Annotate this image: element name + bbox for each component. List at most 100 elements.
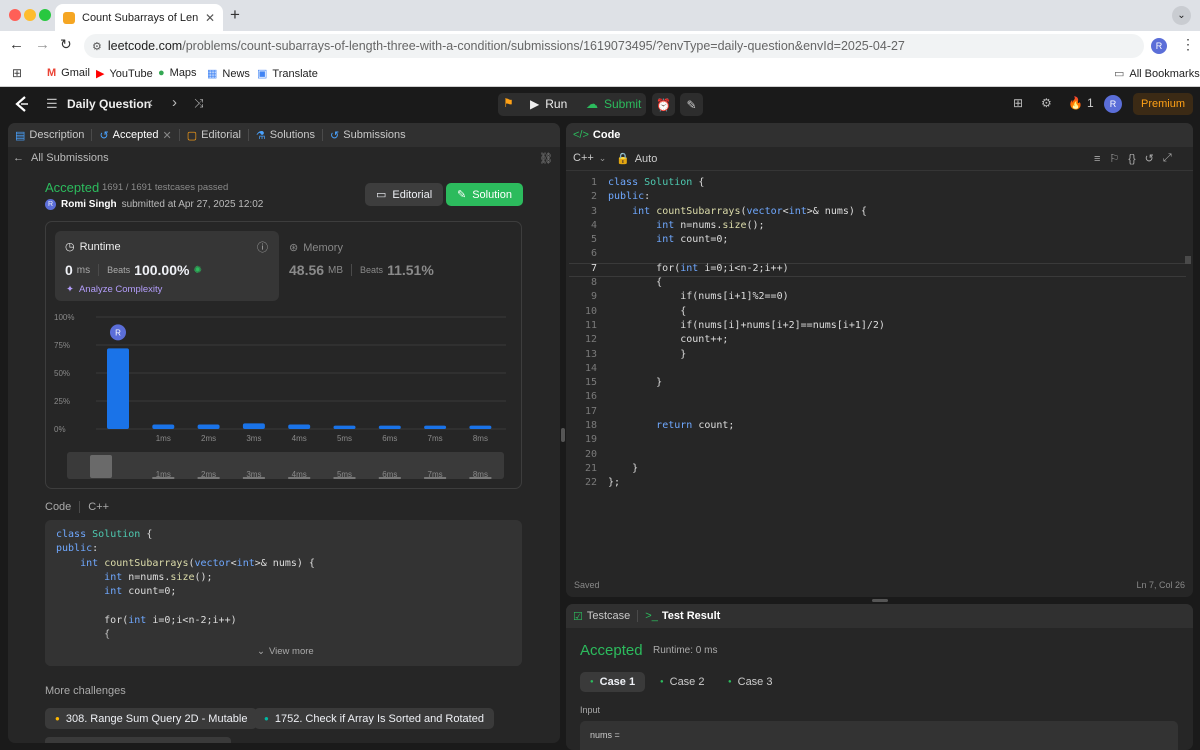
bookmark-news[interactable]: ▦ News xyxy=(207,67,250,81)
code-line[interactable]: 4 int n=nums.size(); xyxy=(566,219,1186,233)
close-window-button[interactable] xyxy=(9,9,21,21)
view-more-button[interactable]: ⌄ View more xyxy=(257,646,314,657)
maximize-window-button[interactable] xyxy=(39,9,51,21)
code-line[interactable]: 8 { xyxy=(566,276,1186,290)
chart-bar[interactable] xyxy=(242,423,265,429)
code-line[interactable]: 13 } xyxy=(566,348,1186,362)
tab-search-button[interactable]: ⌄ xyxy=(1172,6,1191,25)
code-line[interactable]: 19 xyxy=(566,433,1186,447)
site-info-icon[interactable]: ⚙ xyxy=(92,40,102,53)
tab-editorial[interactable]: ▢ Editorial xyxy=(180,129,248,142)
auto-mode-toggle[interactable]: 🔒 Auto xyxy=(616,152,657,166)
user-avatar[interactable]: R xyxy=(1104,95,1122,113)
language-selector[interactable]: C++ ⌄ xyxy=(573,152,606,164)
forward-arrow-icon[interactable]: → xyxy=(35,36,50,53)
case-tab-2[interactable]: ● Case 2 xyxy=(650,672,714,692)
editor-scrollbar[interactable] xyxy=(1185,256,1191,264)
horizontal-resize-handle[interactable] xyxy=(872,599,888,602)
streak-counter[interactable]: 🔥 1 xyxy=(1068,96,1094,110)
daily-question-title[interactable]: Daily Question xyxy=(67,97,151,111)
bookmark-youtube[interactable]: ▶ YouTube xyxy=(96,67,153,81)
tab-code[interactable]: </> Code xyxy=(566,129,627,141)
layout-grid-icon[interactable]: ⊞ xyxy=(1013,96,1023,110)
editorial-button[interactable]: ▭ Editorial xyxy=(365,183,444,206)
braces-icon[interactable]: {} xyxy=(1128,153,1135,165)
code-line[interactable]: 11 if(nums[i]+nums[i+2]==nums[i+1]/2) xyxy=(566,319,1186,333)
chart-bar[interactable] xyxy=(152,424,175,429)
format-lines-icon[interactable]: ≡ xyxy=(1094,153,1100,165)
run-button[interactable]: ▶ Run xyxy=(530,97,567,111)
minimize-window-button[interactable] xyxy=(24,9,36,21)
tab-accepted[interactable]: ↺ Accepted ✕ xyxy=(92,129,178,142)
input-value[interactable]: nums = xyxy=(580,721,1178,750)
code-line[interactable]: 17 xyxy=(566,405,1186,419)
new-tab-button[interactable]: + xyxy=(230,5,240,25)
author-name[interactable]: Romi Singh xyxy=(61,199,117,210)
tab-testcase[interactable]: ☑ Testcase xyxy=(566,610,637,623)
reload-icon[interactable]: ↻ xyxy=(60,36,72,53)
code-line[interactable]: 5 int count=0; xyxy=(566,233,1186,247)
next-problem-icon[interactable]: › xyxy=(172,94,177,111)
apps-grid-icon[interactable]: ⊞ xyxy=(12,66,22,80)
code-line[interactable]: 12 count++; xyxy=(566,333,1186,347)
code-line[interactable]: 1 class Solution { xyxy=(566,176,1186,190)
browser-tab[interactable]: Count Subarrays of Length Th ✕ xyxy=(55,4,223,31)
code-line[interactable]: 3 int countSubarrays(vector<int>& nums) … xyxy=(566,205,1186,219)
tab-test-result[interactable]: >_ Test Result xyxy=(638,610,727,622)
chart-bar[interactable] xyxy=(333,425,356,429)
code-line[interactable]: 6 xyxy=(566,247,1186,261)
prev-problem-icon[interactable]: ‹ xyxy=(148,94,153,111)
tab-submissions[interactable]: ↺ Submissions xyxy=(323,129,413,142)
notes-icon[interactable]: ✎ xyxy=(680,93,703,116)
code-line[interactable]: 14 xyxy=(566,362,1186,376)
code-line[interactable]: 2 public: xyxy=(566,190,1186,204)
code-editor[interactable]: 1 class Solution {2 public: 3 int countSuba… xyxy=(566,176,1186,491)
submit-button[interactable]: ☁ Submit xyxy=(586,97,641,111)
chart-bar[interactable] xyxy=(378,425,401,429)
code-line[interactable]: 20 xyxy=(566,448,1186,462)
address-bar[interactable]: ⚙ leetcode.com/problems/count-subarrays-… xyxy=(84,34,1144,58)
browser-menu-icon[interactable]: ⋮ xyxy=(1181,36,1195,53)
code-line[interactable]: 7 for(int i=0;i<n-2;i++) xyxy=(566,262,1186,276)
expand-icon[interactable]: ⤢ xyxy=(1163,152,1172,165)
back-arrow-icon[interactable]: ← xyxy=(9,36,24,53)
case-tab-1[interactable]: ● Case 1 xyxy=(580,672,646,692)
chart-bar[interactable] xyxy=(107,348,129,429)
vertical-resize-handle[interactable] xyxy=(561,428,565,442)
case-tab-3[interactable]: ● Case 3 xyxy=(718,672,782,692)
close-tab-icon[interactable]: ✕ xyxy=(163,129,172,142)
all-submissions-link[interactable]: ← All Submissions xyxy=(13,152,109,164)
code-line[interactable]: 10 { xyxy=(566,305,1186,319)
code-line[interactable]: 21 } xyxy=(566,462,1186,476)
chart-bar[interactable] xyxy=(288,424,311,429)
settings-gear-icon[interactable]: ⚙ xyxy=(1041,96,1052,110)
challenge-item[interactable] xyxy=(45,737,231,743)
solution-button[interactable]: ✎ Solution xyxy=(446,183,523,206)
chart-bar[interactable] xyxy=(197,424,220,429)
code-line[interactable]: 18 return count; xyxy=(566,419,1186,433)
timer-icon[interactable]: ⏰ xyxy=(652,93,675,116)
code-line[interactable]: 22}; xyxy=(566,476,1186,490)
code-line[interactable]: 9 if(nums[i+1]%2==0) xyxy=(566,290,1186,304)
tab-description[interactable]: ▤ Description xyxy=(8,129,91,142)
profile-avatar[interactable]: R xyxy=(1151,38,1167,54)
reset-icon[interactable]: ↺ xyxy=(1145,152,1154,165)
premium-button[interactable]: Premium xyxy=(1133,93,1193,115)
shuffle-icon[interactable]: ⤨ xyxy=(194,96,204,111)
code-line[interactable]: 16 xyxy=(566,390,1186,404)
challenge-item[interactable]: ● 1752. Check if Array Is Sorted and Rota… xyxy=(254,708,494,729)
chart-bar[interactable] xyxy=(424,425,447,429)
all-bookmarks[interactable]: ▭ All Bookmarks xyxy=(1114,67,1200,81)
bookmark-maps[interactable]: ● Maps xyxy=(158,67,197,79)
challenge-item[interactable]: ● 308. Range Sum Query 2D - Mutable xyxy=(45,708,258,729)
chart-bar[interactable] xyxy=(469,425,492,429)
tab-solutions[interactable]: ⚗ Solutions xyxy=(249,129,322,142)
share-link-icon[interactable]: ⛓ xyxy=(539,152,553,165)
bookmark-gmail[interactable]: M Gmail xyxy=(47,67,90,79)
code-line[interactable]: 15 } xyxy=(566,376,1186,390)
problem-list-icon[interactable]: ☰ xyxy=(46,96,58,112)
close-tab-icon[interactable]: ✕ xyxy=(205,11,215,25)
bookmark-icon[interactable]: ⚐ xyxy=(1109,152,1119,165)
leetcode-logo-icon[interactable] xyxy=(14,95,30,113)
bookmark-translate[interactable]: ▣ Translate xyxy=(257,67,318,81)
